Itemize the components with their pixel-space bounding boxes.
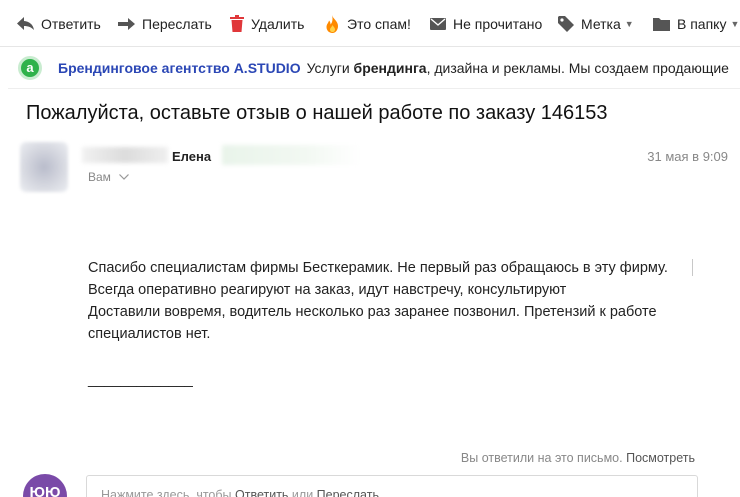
quick-reply-box[interactable]: Нажмите здесь, чтобы Ответить или Пересл… <box>86 475 698 497</box>
message-date: 31 мая в 9:09 <box>647 149 728 164</box>
body-line: Доставили вовремя, водитель несколько ра… <box>88 304 657 320</box>
body-line: Всегда оперативно реагируют на заказ, ид… <box>88 282 567 298</box>
envelope-icon <box>430 17 446 30</box>
quick-reply-link[interactable]: Ответить <box>235 488 288 497</box>
sender-name[interactable]: Елена <box>172 149 211 164</box>
trash-icon <box>230 15 244 32</box>
fire-icon <box>326 14 338 33</box>
sender-email-redacted <box>222 145 360 165</box>
recipient-toggle[interactable]: Вам <box>88 170 129 184</box>
toolbar: Ответить Переслать Удалить Это спам! Не … <box>0 0 740 47</box>
chevron-down-icon: ▼ <box>624 18 634 29</box>
body-line: Спасибо специалистам фирмы Бесткерамик. … <box>88 260 668 276</box>
tag-icon <box>558 15 574 32</box>
sender-name-redacted <box>82 147 168 163</box>
forward-arrow-icon <box>118 17 135 30</box>
forward-label: Переслать <box>142 15 212 32</box>
ad-banner[interactable]: a Брендинговое агентство A.STUDIO Услуги… <box>8 47 740 89</box>
quick-forward-link[interactable]: Переслать <box>317 488 379 497</box>
label-label: Метка <box>581 15 621 32</box>
ad-text: Услуги брендинга, дизайна и рекламы. Мы … <box>306 59 729 76</box>
move-to-folder-button[interactable]: В папку ▼ <box>653 0 739 47</box>
message-body: Спасибо специалистам фирмы Бесткерамик. … <box>88 257 708 345</box>
user-avatar[interactable]: ЮЮ <box>23 474 67 497</box>
folder-icon <box>653 17 670 31</box>
label-button[interactable]: Метка ▼ <box>558 0 634 47</box>
message-subject: Пожалуйста, оставьте отзыв о нашей работ… <box>26 102 608 124</box>
spam-label: Это спам! <box>347 15 411 32</box>
recipient-label: Вам <box>88 170 111 184</box>
body-line: специалистов нет. <box>88 326 211 342</box>
reply-label: Ответить <box>41 15 101 32</box>
spam-button[interactable]: Это спам! <box>325 0 411 47</box>
signature-line: _____________ <box>88 372 193 388</box>
view-reply-link[interactable]: Посмотреть <box>626 451 695 465</box>
chevron-down-icon <box>119 174 129 180</box>
mark-unread-button[interactable]: Не прочитано <box>430 0 542 47</box>
replied-notice: Вы ответили на это письмо. Посмотреть <box>460 451 695 465</box>
ad-title[interactable]: Брендинговое агентство A.STUDIO <box>58 60 301 76</box>
reply-button[interactable]: Ответить <box>17 0 101 47</box>
chevron-down-icon: ▼ <box>730 18 740 29</box>
unread-label: Не прочитано <box>453 15 543 32</box>
ad-logo-icon: a <box>18 55 42 80</box>
folder-label: В папку <box>677 15 727 32</box>
text-cursor <box>692 259 693 276</box>
sender-avatar <box>20 142 68 192</box>
delete-label: Удалить <box>251 15 305 32</box>
forward-button[interactable]: Переслать <box>118 0 212 47</box>
reply-icon <box>17 16 34 30</box>
delete-button[interactable]: Удалить <box>230 0 304 47</box>
